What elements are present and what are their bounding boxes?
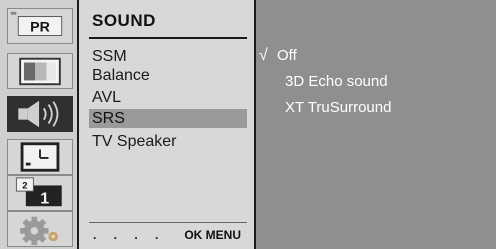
option-3d-echo-sound[interactable]: 3D Echo sound (285, 72, 388, 92)
time-icon[interactable] (7, 139, 73, 175)
channel-number-icon[interactable]: 2 1 (7, 175, 73, 211)
option-off[interactable]: √ Off (259, 46, 297, 66)
menu-item-srs[interactable]: SRS (89, 109, 247, 128)
menu-title: SOUND (92, 11, 156, 30)
menu-footer: . . . . OK MENU (89, 228, 247, 244)
channel-small-digit: 2 (22, 180, 27, 191)
footer-divider (89, 222, 247, 223)
screen-icon[interactable] (7, 53, 73, 89)
menu-item-tv-speaker[interactable]: TV Speaker (89, 132, 247, 151)
menu-item-balance[interactable]: Balance (89, 66, 247, 85)
ok-menu-hint: OK MENU (184, 228, 241, 242)
sound-icon[interactable] (7, 96, 73, 132)
srs-options-panel: √ Off 3D Echo sound XT TruSurround (256, 0, 496, 249)
menu-item-ssm[interactable]: SSM (89, 47, 247, 66)
category-icon-column: PR 2 1 (0, 0, 79, 249)
option-off-label: Off (277, 47, 297, 64)
menu-item-avl[interactable]: AVL (89, 88, 247, 107)
pr-label: PR (30, 20, 50, 36)
sound-menu-panel: SOUND SSM Balance AVL SRS TV Speaker . .… (79, 0, 256, 249)
check-mark-icon: √ (259, 47, 268, 64)
option-xt-trusurround[interactable]: XT TruSurround (285, 98, 391, 118)
channel-big-digit: 1 (40, 189, 49, 207)
picture-pr-icon[interactable]: PR (7, 8, 73, 44)
navigation-dots: . . . . (93, 228, 166, 242)
settings-gear-icon[interactable] (7, 211, 73, 247)
title-divider (89, 37, 247, 39)
tv-osd-menu: PR 2 1 SOUND SSM Balance AVL SRS TV Spea… (0, 0, 496, 249)
